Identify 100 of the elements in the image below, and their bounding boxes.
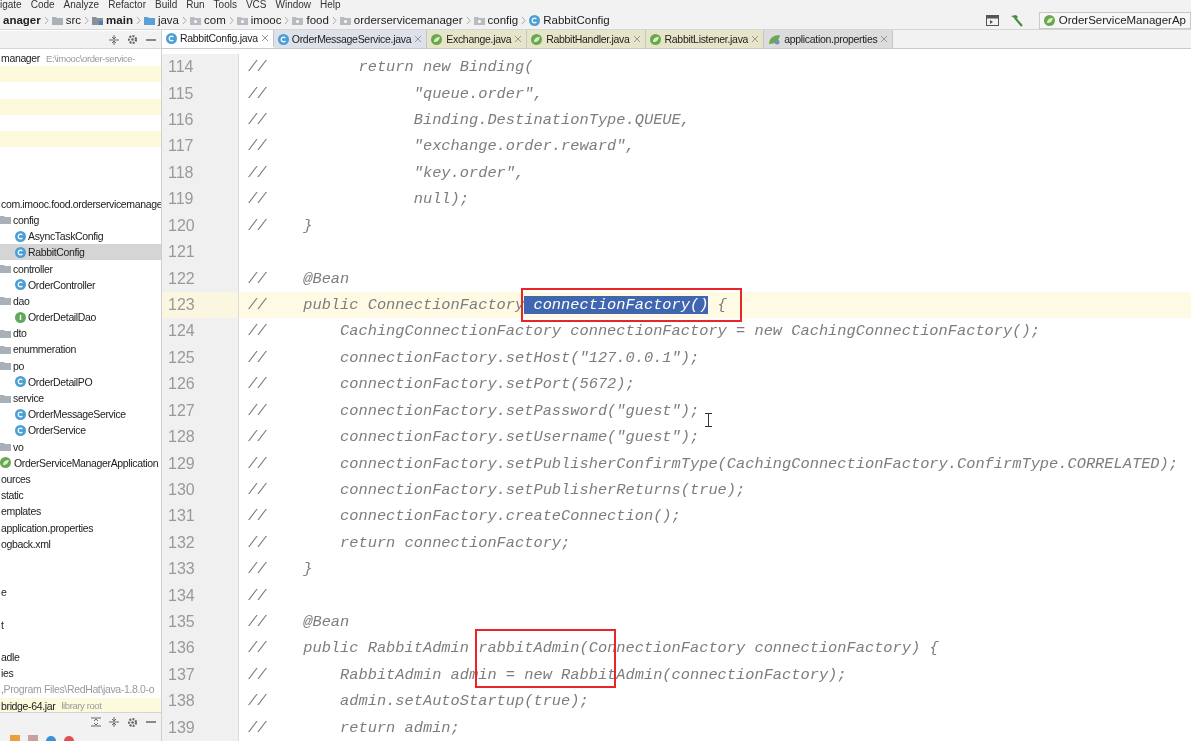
tree-item[interactable]: adle [0,648,161,666]
menu-item[interactable]: VCS [245,0,267,11]
tree-item[interactable]: OrderMessageService [0,406,161,423]
class-icon [15,408,26,420]
class-icon [529,14,541,26]
breadcrumb-item[interactable]: imooc [233,14,285,26]
tree-item[interactable]: e [0,584,161,601]
editor-tab[interactable]: OrderMessageService.java [273,30,428,48]
line-number: 123 [162,291,239,319]
line-number: 130 [162,476,239,504]
menu-item[interactable]: Refactor [108,0,146,11]
menu-item[interactable]: Code [30,0,55,11]
tree-item[interactable]: ies [0,665,161,682]
path-hint: library root [61,700,102,712]
leaf-icon [768,33,782,45]
breadcrumb-item[interactable]: java [140,14,182,26]
leaf-icon [0,457,12,469]
folder-icon [0,361,11,371]
folder-icon [0,215,11,225]
code-text: // "key.order", [248,163,525,182]
breadcrumb-item[interactable]: anager [0,14,44,26]
code-text: // connectionFactory.setPublisherConfirmType(CachingConnectionFactory.ConfirmType.CORRELATED); [248,454,1178,473]
tree-item[interactable]: enummeration [0,341,161,358]
line-number: 131 [162,503,239,530]
tree-item[interactable]: static [0,487,161,504]
tree-item[interactable]: RabbitConfig [0,244,161,261]
editor-tab[interactable]: application.properties [764,30,894,48]
line-number: 135 [162,608,239,636]
class-icon [15,246,26,258]
breadcrumb-item[interactable]: orderservicemanager [336,14,466,26]
chevron-icon [465,15,471,25]
editor-tab[interactable]: RabbitListener.java [645,30,765,48]
line-number: 121 [162,238,239,266]
editor-tab[interactable]: RabbitHandler.java [527,30,646,48]
tree-item[interactable]: OrderDetailDao [0,309,161,326]
class-icon [15,279,26,291]
breadcrumb-item[interactable]: RabbitConfig [526,14,613,26]
chevron-icon [43,15,49,25]
tree-item[interactable]: service [0,389,161,407]
tree-item[interactable]: AsyncTaskConfig [0,228,161,245]
tree-item[interactable]: OrderDetailPO [0,373,161,390]
tree-item[interactable]: emplates [0,503,161,520]
close-icon [880,35,889,43]
close-icon [514,35,523,43]
editor-tab[interactable]: RabbitConfig.java [162,30,274,48]
menu-item[interactable]: Run [186,0,205,11]
chevron-icon [84,15,90,25]
breadcrumb-item[interactable]: main [89,14,136,26]
line-number: 129 [162,450,239,477]
menu-item[interactable]: Build [154,0,178,11]
tree-item[interactable]: config [0,211,161,229]
folder-icon [190,15,201,25]
settings-icon[interactable] [127,34,138,45]
line-number: 133 [162,556,239,583]
code-text: // Binding.DestinationType.QUEUE, [248,111,690,130]
tree-item[interactable]: vo [0,438,161,455]
collapse-icon[interactable] [109,717,119,727]
class-icon [15,230,26,242]
close-icon [414,35,423,43]
menu-item[interactable]: Help [320,0,341,11]
code-text: // "queue.order", [248,84,543,103]
tree-item[interactable]: com.imooc.food.orderservicemanage [0,195,161,212]
menu-item[interactable]: Window [275,0,312,11]
line-number: 115 [162,80,239,107]
chevron-icon [331,15,337,25]
tree-item[interactable]: bridge-64.jar library root [0,697,161,712]
settings-icon[interactable] [127,716,138,728]
close-icon [751,35,760,43]
tree-item[interactable]: OrderService [0,422,161,439]
tree-item[interactable]: application.properties [0,519,161,536]
tree-item[interactable]: OrderServiceManagerApplication [0,454,161,471]
leaf-icon [1043,14,1056,26]
menu-item[interactable]: igate [0,0,22,11]
tree-item[interactable]: OrderController [0,276,161,293]
tree-item[interactable]: ources [0,470,161,488]
breadcrumb-item[interactable]: src [48,14,85,26]
tree-item[interactable]: ogback.xml [0,535,161,552]
code-text: // connectionFactory.setUsername("guest"); [248,428,700,447]
run-configuration-dropdown[interactable]: OrderServiceManagerAp [1038,11,1191,29]
folder-icon [339,15,351,25]
menu-item[interactable]: Analyze [63,0,100,11]
line-number: 134 [162,582,239,609]
breadcrumb-item[interactable]: com [187,14,229,26]
tree-item[interactable]: t [0,616,161,633]
collapse-icon[interactable] [109,34,119,45]
layout-icon[interactable] [985,14,999,26]
code-text: // return admin; [248,718,460,737]
tree-item[interactable]: dao [0,292,161,309]
code-text: // connectionFactory.createConnection(); [248,507,681,526]
chevron-icon [284,15,290,25]
menu-item[interactable]: Tools [213,0,237,11]
expand-all-icon[interactable] [91,717,101,727]
tree-item[interactable]: manager E:\imooc\order-service- [0,50,161,67]
code-text: // } [248,560,313,579]
tree-item[interactable]: controller [0,260,161,277]
tree-item[interactable]: dto [0,325,161,342]
breadcrumb-item[interactable]: food [289,14,332,26]
tree-item[interactable]: po [0,357,161,374]
editor-tab[interactable]: Exchange.java [427,30,528,48]
breadcrumb-item[interactable]: config [470,14,522,26]
